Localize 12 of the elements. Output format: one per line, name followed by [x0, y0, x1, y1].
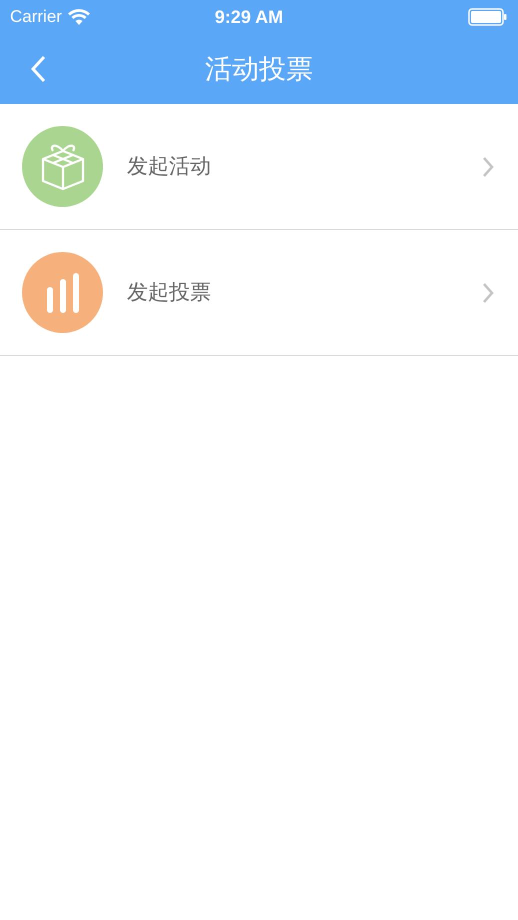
item-label: 发起投票 [127, 280, 212, 306]
time-text: 9:29 AM [214, 6, 284, 28]
wifi-icon [68, 9, 90, 25]
page-title: 活动投票 [204, 52, 314, 86]
chevron-icon [482, 282, 494, 304]
menu-item[interactable]: 发起活动 [0, 104, 518, 230]
carrier-text: Carrier [10, 6, 62, 28]
menu-item[interactable]: 发起投票 [0, 230, 518, 356]
back-chevron-icon [30, 55, 46, 83]
battery-icon [468, 8, 508, 26]
item-label: 发起活动 [127, 154, 212, 180]
chevron-icon [482, 156, 494, 178]
